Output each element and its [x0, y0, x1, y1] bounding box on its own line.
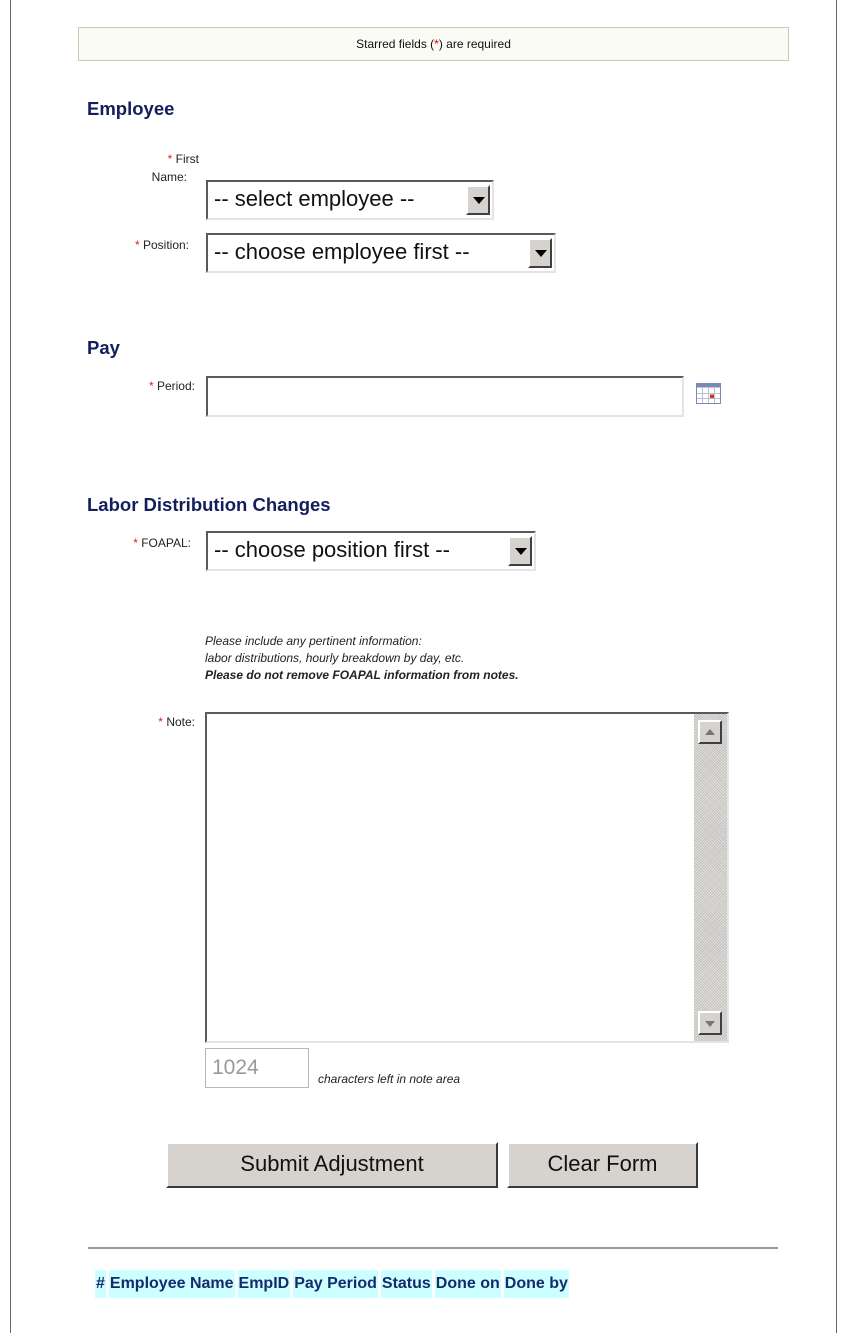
note-label: * Note: [80, 713, 195, 731]
foapal-select[interactable]: -- choose position first -- [206, 531, 536, 571]
position-label: * Position: [80, 236, 189, 254]
calendar-icon[interactable] [696, 383, 722, 405]
period-input[interactable] [206, 376, 684, 417]
required-star: * [158, 715, 163, 729]
submit-adjustment-button[interactable]: Submit Adjustment [166, 1142, 498, 1188]
chevron-down-icon[interactable] [508, 536, 532, 566]
position-label-text: Position: [142, 238, 189, 252]
note-scrollbar[interactable] [694, 714, 727, 1041]
column-header-number[interactable]: # [95, 1270, 106, 1298]
employee-section-title: Employee [87, 98, 175, 119]
required-star: * [167, 152, 173, 166]
period-label-text: Period: [156, 379, 195, 393]
position-select-value: -- choose employee first -- [214, 239, 470, 264]
adjustments-table-header: # Employee Name EmpID Pay Period Status … [95, 1270, 569, 1298]
pay-section-title: Pay [87, 337, 120, 358]
employee-select[interactable]: -- select employee -- [206, 180, 494, 220]
scroll-down-icon[interactable] [698, 1011, 722, 1035]
required-star: * [134, 238, 140, 252]
required-star: * [148, 379, 154, 393]
help-line-3: Please do not remove FOAPAL information … [205, 668, 519, 682]
foapal-label: * FOAPAL: [80, 534, 191, 552]
chevron-down-icon[interactable] [466, 185, 490, 215]
required-fields-notice: Starred fields (*) are required [78, 27, 789, 61]
clear-form-button[interactable]: Clear Form [507, 1142, 698, 1188]
required-star: * [133, 536, 138, 550]
column-header-employee-name[interactable]: Employee Name [108, 1270, 235, 1298]
column-header-done-by[interactable]: Done by [503, 1270, 569, 1298]
notice-text-end: ) are required [438, 37, 511, 51]
first-name-label-line1: First [175, 152, 199, 166]
period-label: * Period: [80, 377, 195, 395]
note-label-text: Note: [166, 715, 195, 729]
column-header-done-on[interactable]: Done on [434, 1270, 501, 1298]
foapal-select-value: -- choose position first -- [214, 537, 450, 562]
labor-section-title: Labor Distribution Changes [87, 494, 331, 515]
note-textarea[interactable] [205, 712, 729, 1043]
column-header-empid[interactable]: EmpID [237, 1270, 291, 1298]
characters-left-counter: 1024 [205, 1048, 309, 1088]
column-header-pay-period[interactable]: Pay Period [293, 1270, 378, 1298]
divider [88, 1247, 778, 1249]
help-line-1: Please include any pertinent information… [205, 634, 422, 648]
chevron-down-icon[interactable] [528, 238, 552, 268]
help-line-2: labor distributions, hourly breakdown by… [205, 651, 465, 665]
foapal-label-text: FOAPAL: [141, 536, 191, 550]
column-header-status[interactable]: Status [380, 1270, 432, 1298]
employee-select-value: -- select employee -- [214, 186, 415, 211]
position-select[interactable]: -- choose employee first -- [206, 233, 556, 273]
first-name-label-line2: Name: [151, 170, 187, 184]
note-help-text: Please include any pertinent information… [205, 633, 519, 684]
first-name-label: * First Name: [110, 150, 199, 186]
characters-left-label: characters left in note area [318, 1072, 461, 1086]
scroll-up-icon[interactable] [698, 720, 722, 744]
notice-text-start: Starred fields ( [356, 37, 435, 51]
